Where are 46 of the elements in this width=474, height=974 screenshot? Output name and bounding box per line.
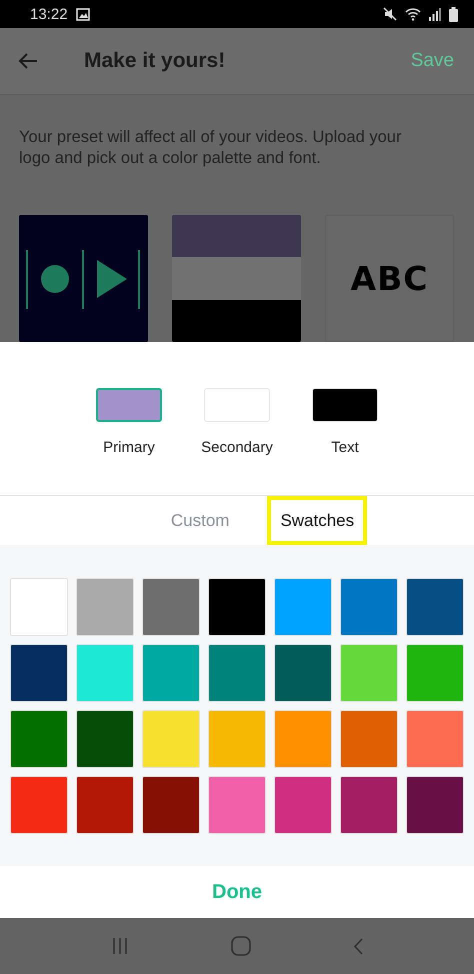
color-swatch[interactable] (208, 710, 266, 768)
recent-apps-icon[interactable] (111, 938, 129, 954)
back-icon[interactable] (353, 938, 363, 954)
description-text: Your preset will affect all of your videos. Upload your logo and pick out a color palette and font. (19, 127, 402, 169)
color-swatch[interactable] (274, 644, 332, 702)
screen-title: Make it yours! (84, 49, 226, 73)
wifi-icon (405, 7, 421, 21)
color-swatch[interactable] (406, 710, 464, 768)
color-swatch[interactable] (274, 578, 332, 636)
color-swatch[interactable] (406, 578, 464, 636)
mute-icon (383, 7, 397, 21)
battery-icon (449, 6, 458, 22)
color-swatch[interactable] (208, 644, 266, 702)
color-swatch[interactable] (76, 578, 134, 636)
palette-preview[interactable] (172, 215, 301, 342)
image-icon (76, 8, 90, 20)
tab[interactable]: Swatches (267, 496, 368, 545)
color-swatch[interactable] (142, 776, 200, 834)
color-swatch[interactable] (274, 710, 332, 768)
color-swatch[interactable] (76, 710, 134, 768)
font-preview[interactable]: ABC (325, 215, 454, 342)
color-swatch[interactable] (10, 710, 68, 768)
color-swatch[interactable] (10, 776, 68, 834)
color-swatch[interactable] (142, 710, 200, 768)
color-target[interactable]: Text (312, 388, 378, 495)
color-swatch[interactable] (208, 776, 266, 834)
color-swatch[interactable] (76, 644, 134, 702)
color-swatch[interactable] (340, 644, 398, 702)
color-swatch[interactable] (406, 644, 464, 702)
status-time: 13:22 (30, 6, 68, 22)
color-target[interactable]: Primary (96, 388, 162, 495)
color-swatch[interactable] (340, 776, 398, 834)
color-swatch[interactable] (340, 710, 398, 768)
color-swatch[interactable] (274, 776, 332, 834)
color-swatch[interactable] (406, 776, 464, 834)
signal-icon (429, 8, 441, 20)
color-swatch[interactable] (142, 644, 200, 702)
back-arrow-icon[interactable] (18, 53, 38, 69)
color-swatch[interactable] (142, 578, 200, 636)
color-swatch[interactable] (208, 578, 266, 636)
color-swatch[interactable] (340, 578, 398, 636)
color-swatch[interactable] (10, 644, 68, 702)
color-swatch[interactable] (10, 578, 68, 636)
color-swatch[interactable] (76, 776, 134, 834)
logo-drawing[interactable] (19, 215, 148, 342)
home-icon[interactable] (231, 936, 251, 956)
